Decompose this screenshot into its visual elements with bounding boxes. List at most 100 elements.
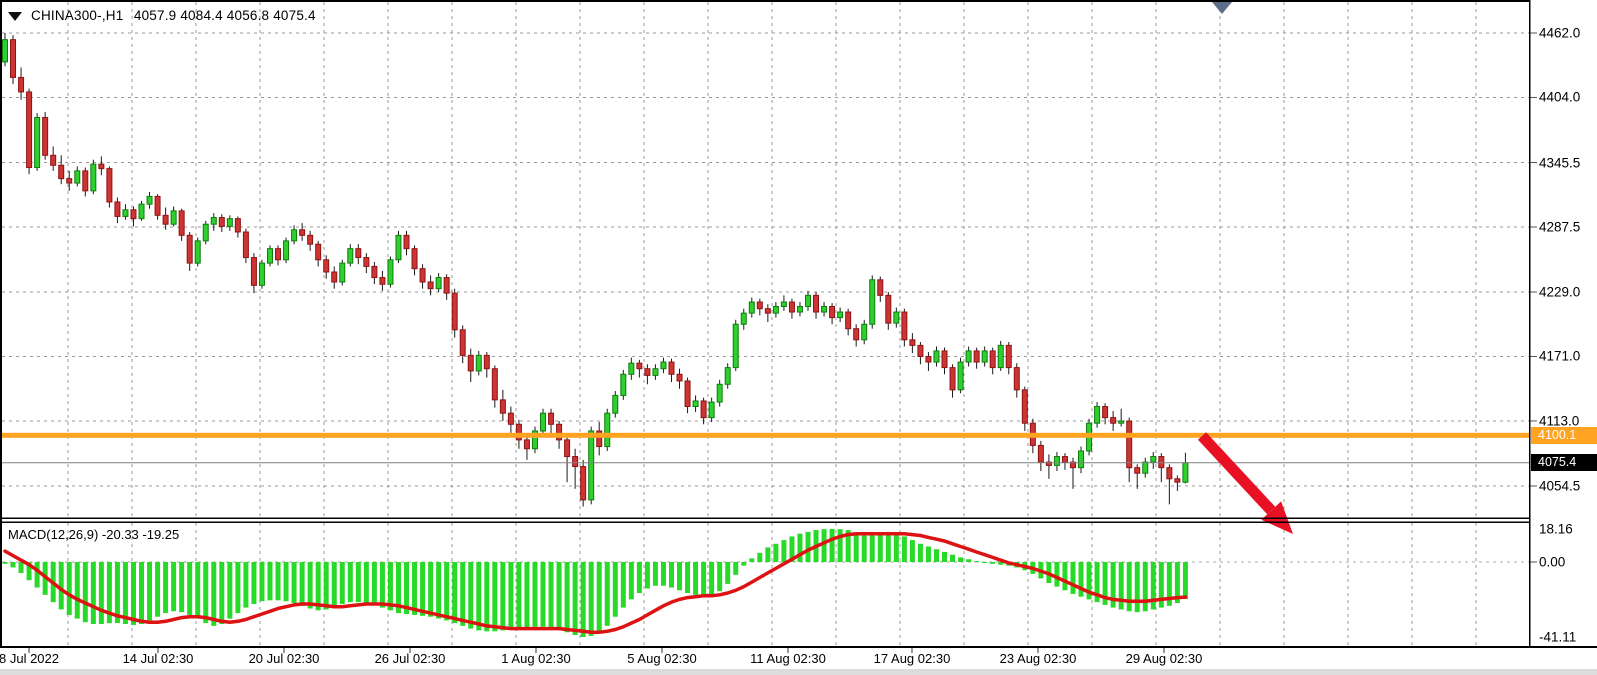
window-edge	[0, 669, 1597, 675]
candle-down	[412, 249, 417, 269]
candle-up	[982, 351, 987, 362]
candle-down	[565, 440, 570, 457]
macd-histogram-bar	[653, 562, 658, 586]
candle-up	[348, 249, 353, 263]
macd-histogram-bar	[227, 562, 232, 619]
symbol-dropdown-icon[interactable]	[8, 12, 22, 21]
candle-down	[757, 302, 762, 309]
candle-down	[1111, 418, 1116, 424]
macd-histogram-bar	[942, 552, 947, 562]
macd-histogram-bar	[412, 562, 417, 615]
candle-down	[902, 312, 907, 340]
macd-histogram-bar	[348, 562, 353, 602]
candle-up	[292, 230, 297, 241]
candle-down	[380, 278, 385, 285]
macd-histogram-bar	[267, 562, 272, 600]
ohlc-values-label: 4057.9 4084.4 4056.8 4075.4	[134, 8, 316, 23]
macd-histogram-bar	[516, 562, 521, 629]
candle-up	[709, 402, 714, 418]
macd-histogram-bar	[171, 562, 176, 611]
chart-border-bottom	[0, 646, 1597, 648]
macd-histogram-bar	[757, 553, 762, 562]
candle-up	[1183, 463, 1188, 482]
macd-histogram-bar	[1062, 562, 1067, 590]
chart-shift-marker-icon[interactable]	[1212, 2, 1232, 14]
candle-down	[19, 77, 24, 91]
macd-histogram-bar	[966, 559, 971, 562]
price-axis-label: 4054.5	[1539, 479, 1580, 494]
candle-up	[661, 362, 666, 369]
orange-hline-object[interactable]	[2, 433, 1530, 438]
candle-down	[1167, 468, 1172, 479]
price-axis-label: 4404.0	[1539, 90, 1580, 105]
candle-down	[364, 258, 369, 267]
panel-separator-line	[0, 518, 1530, 520]
macd-indicator-label: MACD(12,26,9) -20.33 -19.25	[8, 527, 179, 542]
candle-up	[1079, 451, 1084, 468]
macd-histogram-bar	[693, 562, 698, 595]
macd-histogram-bar	[1151, 562, 1156, 609]
candle-up	[806, 295, 811, 306]
macd-histogram-bar	[476, 562, 481, 630]
candle-up	[75, 171, 80, 183]
chart-title-bar: CHINA300-,H1 4057.9 4084.4 4056.8 4075.4	[8, 7, 316, 25]
candle-down	[43, 117, 48, 155]
candle-down	[701, 401, 706, 418]
candle-down	[11, 40, 16, 78]
time-axis-label: 29 Aug 02:30	[1126, 651, 1203, 666]
candle-down	[372, 266, 377, 277]
trend-arrow-shaft[interactable]	[1202, 436, 1271, 511]
macd-histogram-bar	[613, 562, 618, 617]
candle-down	[814, 295, 819, 312]
macd-histogram-bar	[195, 562, 200, 619]
chart-canvas[interactable]	[0, 0, 1597, 675]
candle-up	[1119, 421, 1124, 423]
candle-down	[59, 165, 64, 178]
macd-histogram-bar	[131, 562, 136, 625]
time-axis-label: 23 Aug 02:30	[1000, 651, 1077, 666]
candle-down	[308, 235, 313, 244]
current-price-badge: 4075.4	[1531, 454, 1597, 471]
macd-histogram-bar	[669, 562, 674, 588]
macd-histogram-bar	[725, 562, 730, 584]
candle-down	[1159, 457, 1164, 468]
candle-down	[508, 413, 513, 424]
macd-histogram-bar	[99, 562, 104, 624]
candle-up	[693, 401, 698, 407]
macd-histogram-bar	[1143, 562, 1148, 611]
candle-up	[958, 362, 963, 390]
time-axis-label: 8 Jul 2022	[0, 651, 59, 666]
macd-histogram-bar	[797, 534, 802, 562]
macd-histogram-bar	[492, 562, 497, 631]
candle-up	[35, 117, 40, 167]
macd-histogram-bar	[990, 562, 995, 564]
candle-up	[227, 219, 232, 227]
candle-down	[581, 467, 586, 500]
macd-histogram-bar	[155, 562, 160, 617]
candle-up	[203, 224, 208, 241]
time-axis-label: 1 Aug 02:30	[501, 651, 570, 666]
candle-down	[187, 235, 192, 263]
candle-down	[332, 272, 337, 282]
macd-histogram-bar	[886, 532, 891, 562]
candle-up	[267, 249, 272, 263]
hline-price-badge: 4100.1	[1531, 427, 1597, 444]
candle-down	[990, 351, 995, 368]
macd-histogram-bar	[926, 546, 931, 562]
candle-up	[396, 235, 401, 259]
chart-border-top	[0, 0, 1530, 2]
macd-histogram-bar	[974, 561, 979, 562]
candle-down	[950, 368, 955, 390]
candle-down	[428, 282, 433, 289]
candle-down	[669, 362, 674, 374]
candle-down	[356, 249, 361, 258]
time-axis-label: 26 Jul 02:30	[375, 651, 446, 666]
candle-down	[830, 306, 835, 317]
macd-histogram-bar	[862, 536, 867, 562]
macd-histogram-bar	[573, 562, 578, 635]
candle-up	[781, 302, 786, 306]
candle-down	[27, 92, 32, 168]
candle-up	[436, 278, 441, 289]
candle-down	[765, 309, 770, 313]
macd-histogram-bar	[838, 529, 843, 562]
